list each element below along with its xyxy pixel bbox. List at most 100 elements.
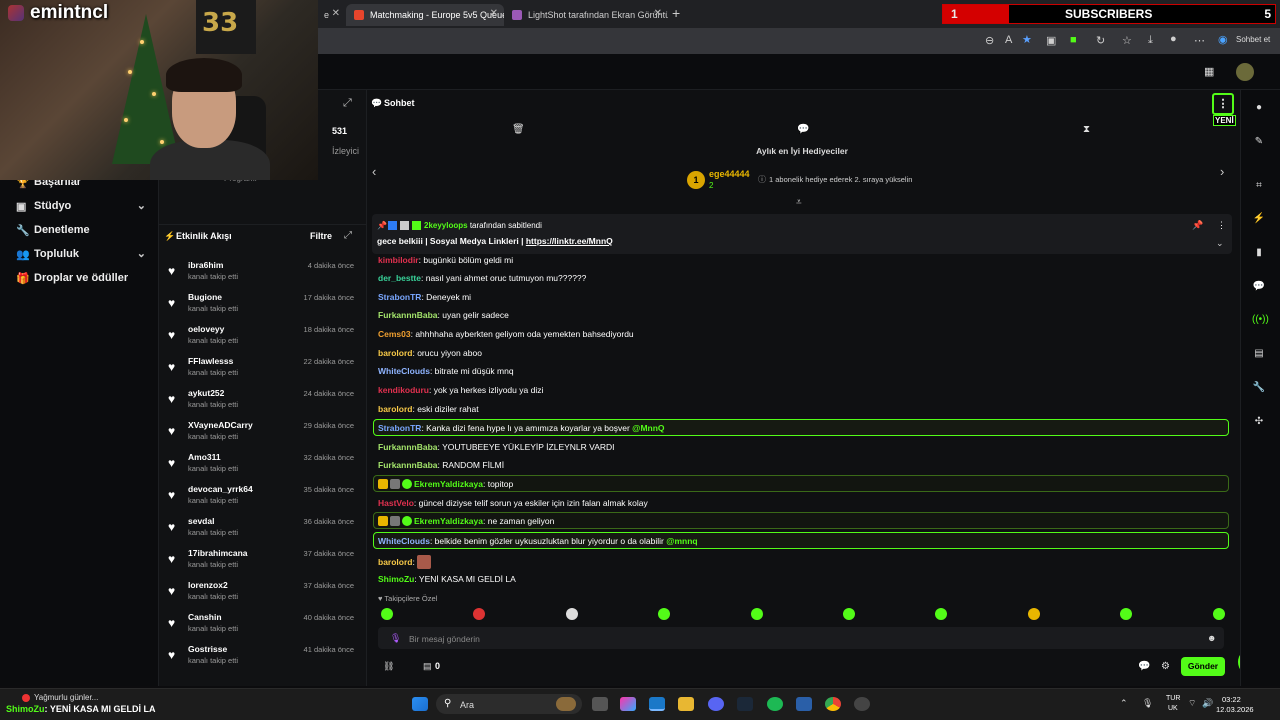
chevron-left-icon[interactable]: ‹ (372, 164, 376, 179)
follower-name[interactable]: oeloveyy (188, 324, 224, 334)
mention[interactable]: @mnnq (666, 536, 697, 546)
chrome-icon[interactable] (825, 697, 841, 711)
kebab-menu-icon[interactable]: ⋮ (1217, 220, 1226, 231)
activity-item[interactable]: ♥ FFlawlesss kanalı takip etti 22 dakika ön… (162, 354, 362, 386)
activity-item[interactable]: ♥ 17ibrahimcana kanalı takip etti 37 dakika… (162, 546, 362, 578)
chat-username[interactable]: barolord (378, 404, 412, 414)
emote-menu-icon[interactable]: ⛓ (383, 661, 394, 672)
chevron-down-icon[interactable]: ⌄ (137, 247, 146, 260)
chat-username[interactable]: EkremYaldizkaya (414, 479, 483, 489)
emoji-icon[interactable]: ☻ (1207, 633, 1216, 643)
photos-icon[interactable] (796, 697, 812, 711)
sohbet-et-button[interactable]: Sohbet et (1236, 35, 1270, 44)
popout-icon[interactable]: ⤢ (343, 97, 352, 110)
trash-icon[interactable]: 🗑 (512, 124, 525, 135)
emote-icon[interactable] (381, 608, 393, 620)
pencil-icon[interactable]: ✎ (1252, 136, 1266, 147)
activity-item[interactable]: ♥ ibra6him kanalı takip etti 4 dakika önce (162, 258, 362, 290)
chat-username[interactable]: barolord (378, 348, 412, 358)
chat-menu-button[interactable]: ⋮ (1212, 93, 1234, 115)
edge-icon[interactable] (649, 697, 665, 711)
chat-input[interactable] (378, 627, 1224, 649)
follower-name[interactable]: FFlawlesss (188, 356, 233, 366)
file-explorer-icon[interactable] (678, 697, 694, 711)
broadcast-icon[interactable]: ((•)) (1252, 314, 1269, 325)
follower-name[interactable]: Amo311 (188, 452, 221, 462)
extension-icon[interactable]: ▣ (1046, 34, 1056, 47)
chat-username[interactable]: StrabonTR (378, 423, 421, 433)
activity-item[interactable]: ♥ XVayneADCarry kanalı takip etti 29 dakika… (162, 418, 362, 450)
steam-icon[interactable] (737, 697, 753, 711)
chat-username[interactable]: kendikoduru (378, 385, 429, 395)
follower-name[interactable]: Bugione (188, 292, 222, 302)
read-aloud-icon[interactable]: A (1005, 34, 1012, 46)
emote-icon[interactable] (1212, 608, 1225, 620)
language-indicator[interactable]: TUR (1166, 695, 1180, 702)
nav-item-community[interactable]: 👥 Topluluk ⌄ (0, 244, 158, 266)
wifi-icon[interactable]: ⌔ (1188, 698, 1196, 709)
volume-icon[interactable]: 🔊 (1202, 698, 1213, 709)
chat-bubble-icon[interactable]: 💬 (1252, 281, 1266, 292)
mic-icon[interactable]: 🎙 (390, 633, 401, 644)
windows-start-icon[interactable] (412, 697, 428, 711)
chat-input-placeholder[interactable]: Bir mesaj gönderin (409, 634, 480, 644)
browser-tab[interactable]: LightShot tarafından Ekran Görüntü ✕ (504, 4, 668, 26)
follower-name[interactable]: Canshin (188, 612, 222, 622)
keyboard-layout[interactable]: UK (1168, 705, 1178, 712)
wrench-icon[interactable]: 🔧 (1252, 382, 1266, 393)
activity-item[interactable]: ♥ Canshin kanalı takip etti 40 dakika önce (162, 610, 362, 642)
activity-item[interactable]: ♥ devocan_yrrk64 kanalı takip etti 35 dakik… (162, 482, 362, 514)
kick-extension-icon[interactable]: ■ (1070, 34, 1077, 46)
tab-close-icon[interactable]: ✕ (490, 8, 498, 19)
clock-date[interactable]: 12.03.2026 (1216, 705, 1254, 714)
refresh-icon[interactable]: ↻ (1096, 34, 1105, 47)
mic-icon[interactable]: 🎙 (1142, 698, 1153, 709)
popout-icon[interactable]: ⤢ (344, 230, 352, 241)
follower-name[interactable]: lorenzox2 (188, 580, 228, 590)
follower-name[interactable]: sevdal (188, 516, 214, 526)
top-gifter-name[interactable]: ege44444 (709, 169, 750, 179)
chat-username[interactable]: ShimoZu (378, 574, 414, 584)
activity-item[interactable]: ♥ aykut252 kanalı takip etti 24 dakika önce (162, 386, 362, 418)
zoom-icon[interactable]: ⊖ (985, 34, 994, 47)
clock-time[interactable]: 03:22 (1222, 695, 1241, 704)
pin-icon[interactable]: 📌 (1192, 220, 1203, 231)
chat-username[interactable]: EkremYaldizkaya (414, 516, 483, 526)
copilot-icon[interactable] (620, 697, 636, 711)
nav-item-drops[interactable]: 🎁 Droplar ve ödüller (0, 268, 158, 290)
printer-icon[interactable]: ▤ (1252, 348, 1266, 359)
chat-username[interactable]: FurkannnBaba (378, 442, 438, 452)
chat-username[interactable]: WhiteClouds (378, 536, 430, 546)
chat-username[interactable]: FurkannnBaba (378, 310, 438, 320)
chat-bubble-icon[interactable]: 💬 (797, 124, 809, 135)
hourglass-icon[interactable]: ⧗ (1083, 124, 1090, 135)
chat-username[interactable]: kimbilodir (378, 255, 419, 265)
follower-name[interactable]: aykut252 (188, 388, 224, 398)
tab-close-icon[interactable]: ✕ (654, 8, 662, 19)
follower-name[interactable]: Gostrisse (188, 644, 227, 654)
clipboard-icon[interactable]: ▮ (1252, 247, 1266, 258)
more-icon[interactable]: ⋯ (1194, 34, 1205, 47)
nav-item-studio[interactable]: ▣ Stüdyo ⌄ (0, 196, 158, 218)
favorite-star-icon[interactable]: ★ (1022, 33, 1032, 46)
spotify-icon[interactable] (767, 697, 783, 711)
avatar[interactable] (1236, 63, 1254, 81)
chat-username[interactable]: barolord (378, 557, 412, 567)
copilot-icon[interactable]: ◉ (1218, 33, 1228, 46)
new-tab-button[interactable]: + (672, 5, 680, 21)
discord-icon[interactable] (708, 697, 724, 711)
follower-name[interactable]: devocan_yrrk64 (188, 484, 253, 494)
activity-item[interactable]: ♥ lorenzox2 kanalı takip etti 37 dakika önc… (162, 578, 362, 610)
chevron-up-icon[interactable]: ⌃ (1120, 698, 1128, 709)
profile-icon[interactable]: ● (1170, 33, 1177, 45)
chevron-right-icon[interactable]: › (1220, 164, 1224, 179)
chat-username[interactable]: HastVelo (378, 498, 414, 508)
emote-icon[interactable] (750, 608, 763, 620)
tab-close-icon[interactable]: ✕ (332, 8, 340, 19)
task-view-icon[interactable] (592, 697, 608, 711)
activity-item[interactable]: ♥ Bugione kanalı takip etti 17 dakika önce (162, 290, 362, 322)
download-icon[interactable]: ⤓ (1148, 34, 1153, 47)
browser-tab-active[interactable]: Matchmaking - Europe 5v5 Queue ✕ (346, 4, 504, 26)
chevron-down-icon[interactable]: ⌄ (137, 199, 146, 212)
chat-username[interactable]: WhiteClouds (378, 366, 430, 376)
